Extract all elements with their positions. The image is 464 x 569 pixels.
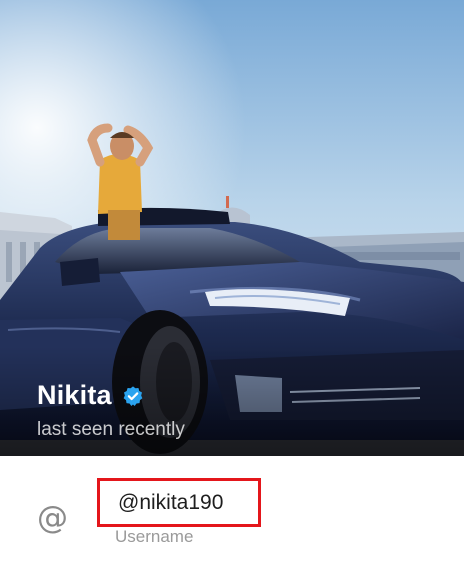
username-value[interactable]: @nikita190 <box>97 478 261 527</box>
profile-name-row: Nikita <box>37 380 144 411</box>
at-icon: @ <box>37 500 68 536</box>
profile-name: Nikita <box>37 380 112 410</box>
profile-photo[interactable]: Nikita last seen recently <box>0 0 464 456</box>
username-caption: Username <box>115 527 194 546</box>
last-seen-status: last seen recently <box>37 419 185 440</box>
verified-badge-icon <box>123 385 143 406</box>
